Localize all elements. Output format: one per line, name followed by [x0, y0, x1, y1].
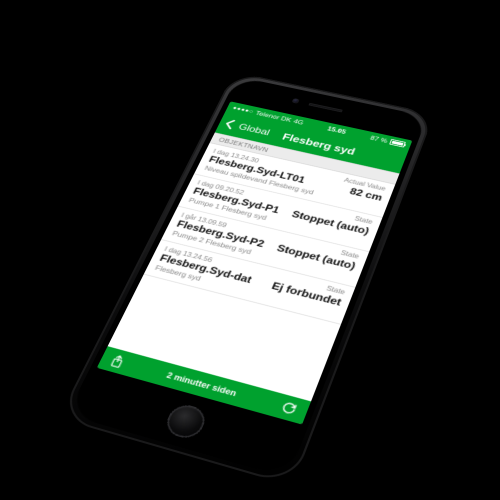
home-button[interactable] — [162, 402, 210, 442]
back-button[interactable] — [223, 119, 238, 130]
phone-camera — [292, 98, 300, 104]
object-subtitle: Flesberg syd — [154, 263, 339, 317]
object-value: Ej forbundet — [270, 280, 343, 308]
chevron-left-icon — [223, 119, 238, 130]
refresh-icon — [279, 400, 298, 416]
refresh-button[interactable] — [279, 400, 298, 416]
phone-speaker — [308, 103, 342, 113]
screen: ●●●●○ Telenor DK 4G 15.05 87 % Global Fl — [97, 101, 413, 424]
share-button[interactable] — [109, 354, 126, 369]
value-header: State — [325, 285, 346, 297]
value-header: State — [340, 249, 361, 260]
phone-frame: ●●●●○ Telenor DK 4G 15.05 87 % Global Fl — [58, 72, 434, 486]
share-icon — [109, 354, 126, 369]
battery-icon — [389, 139, 406, 148]
network-label: 4G — [293, 118, 305, 126]
